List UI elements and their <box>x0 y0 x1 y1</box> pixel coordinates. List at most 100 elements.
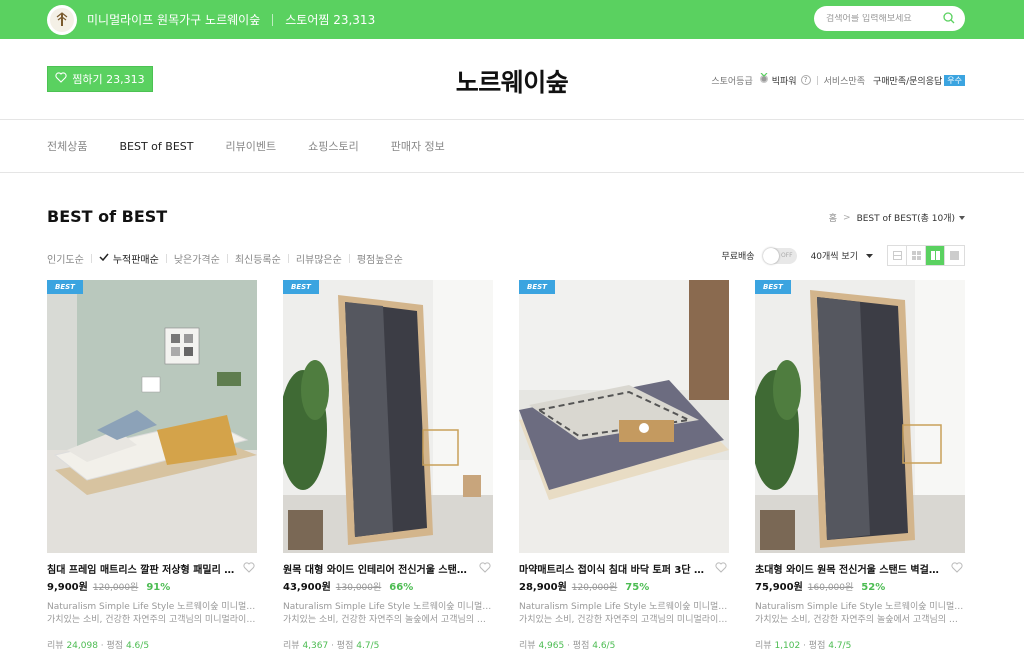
search-input[interactable] <box>826 13 936 24</box>
divider <box>287 254 289 263</box>
description-line: 가치있는 소비, 건강한 자연주의 놀숲에서 고객님의 라이프 <box>755 615 965 625</box>
sale-price: 43,900원 <box>283 582 331 593</box>
single-view-icon <box>950 251 959 260</box>
view-count-value: 40개씩 보기 <box>810 252 858 262</box>
sort-high-rating[interactable]: 평점높은순 <box>357 251 403 266</box>
review-label: 리뷰 <box>755 641 772 651</box>
rating-value: 4.6/5 <box>592 641 616 651</box>
view-count-select[interactable]: 40개씩 보기 <box>811 249 873 262</box>
review-count: 4,367 <box>302 641 329 651</box>
free-shipping-toggle[interactable]: OFF <box>762 247 797 264</box>
discount-rate: 75% <box>625 582 650 593</box>
single-view-button[interactable] <box>945 246 964 265</box>
best-badge: BEST <box>47 280 83 294</box>
nav-seller-info[interactable]: 판매자 정보 <box>391 138 445 154</box>
medal-icon <box>759 72 769 87</box>
list-view-icon <box>892 251 902 260</box>
product-description: Naturalism Simple Life Style 노르웨이숲 미니멀라이… <box>283 601 493 627</box>
heart-icon[interactable] <box>951 561 963 576</box>
product-image[interactable]: BEST <box>755 280 965 553</box>
best-badge: BEST <box>755 280 791 294</box>
top-store-name[interactable]: 미니멀라이프 원목가구 노르웨이숲 <box>87 11 260 28</box>
review-count: 4,965 <box>538 641 565 651</box>
product-card[interactable]: BEST 침대 프레임 매트리스 깔판 저상형 패밀리 받침대 슬라이드 9,9… <box>47 280 257 651</box>
product-meta: 리뷰 4,367 · 평점 4.7/5 <box>283 641 380 651</box>
product-card[interactable]: BEST 마약매트리스 접이식 침대 바닥 토퍼 3단 자취 원룸 매트 28,… <box>519 280 729 651</box>
sale-price: 9,900원 <box>47 582 88 593</box>
sort-low-price[interactable]: 낮은가격순 <box>174 251 220 266</box>
store-zzim-count: 스토어찜 23,313 <box>285 13 376 27</box>
product-image[interactable]: BEST <box>47 280 257 553</box>
description-line: Naturalism Simple Life Style 노르웨이숲 미니멀라이… <box>47 602 257 612</box>
price-row: 43,900원 130,000원 66% <box>283 578 493 593</box>
sort-most-reviews[interactable]: 리뷰많은순 <box>296 251 342 266</box>
description-line: Naturalism Simple Life Style 노르웨이숲 미니멀라이… <box>755 602 965 612</box>
nav-all-products[interactable]: 전체상품 <box>47 138 87 154</box>
check-icon <box>99 253 109 264</box>
review-label: 리뷰 <box>47 641 64 651</box>
toggle-knob <box>762 247 779 264</box>
sort-popular[interactable]: 인기도순 <box>47 251 84 266</box>
service-label: 서비스만족 <box>823 76 865 87</box>
store-nav: 전체상품 BEST of BEST 리뷰이벤트 쇼핑스토리 판매자 정보 <box>0 120 1024 173</box>
list-view-button[interactable] <box>888 246 907 265</box>
sale-price: 28,900원 <box>519 582 567 593</box>
product-description: Naturalism Simple Life Style 노르웨이숲 미니멀라이… <box>755 601 965 627</box>
store-logo[interactable] <box>47 4 77 35</box>
section-header: BEST of BEST 홈 > BEST of BEST(총 10개) <box>0 173 1024 226</box>
nav-review-event[interactable]: 리뷰이벤트 <box>225 138 276 154</box>
product-card[interactable]: BEST 원목 대형 와이드 인테리어 전신거울 스탠드 벽걸이 겸용 43,9… <box>283 280 493 651</box>
best-badge: BEST <box>283 280 319 294</box>
sort-newest[interactable]: 최신등록순 <box>235 251 281 266</box>
list-controls: 무료배송 OFF 40개씩 보기 <box>721 245 965 266</box>
service-value: 구매만족/문의응답 <box>872 76 943 87</box>
divider <box>165 254 167 263</box>
sort-options: 인기도순 누적판매순 낮은가격순 최신등록순 리뷰많은순 평점높은순 <box>47 251 403 266</box>
top-bar: 미니멀라이프 원목가구 노르웨이숲 스토어찜 23,313 <box>0 0 1024 39</box>
product-name[interactable]: 마약매트리스 접이식 침대 바닥 토퍼 3단 자취 원룸 매트 <box>519 561 709 576</box>
discount-rate: 52% <box>861 582 886 593</box>
divider <box>226 254 228 263</box>
caret-down-icon[interactable] <box>959 213 965 223</box>
service-badge: 우수 <box>944 74 965 86</box>
product-name[interactable]: 초대형 와이드 원목 전신거울 스탠드 벽걸이 1800 겸용 <box>755 561 945 576</box>
nav-best-of-best[interactable]: BEST of BEST <box>119 140 193 153</box>
review-label: 리뷰 <box>519 641 536 651</box>
sort-bar: 인기도순 누적판매순 낮은가격순 최신등록순 리뷰많은순 평점높은순 무료배송 … <box>0 223 1024 266</box>
nav-shopping-story[interactable]: 쇼핑스토리 <box>308 138 359 154</box>
product-image[interactable]: BEST <box>519 280 729 553</box>
description-line: 가치있는 소비, 건강한 자연주의 놀숲에서 고객님의 라이프 <box>283 615 493 625</box>
grade-label: 스토어등급 <box>711 76 753 87</box>
discount-rate: 91% <box>146 582 171 593</box>
product-description: Naturalism Simple Life Style 노르웨이숲 미니멀라이… <box>519 601 729 627</box>
product-name[interactable]: 침대 프레임 매트리스 깔판 저상형 패밀리 받침대 슬라이드 <box>47 561 237 576</box>
best-badge: BEST <box>519 280 555 294</box>
grid-columns-icon <box>930 251 940 260</box>
price-row: 9,900원 120,000원 91% <box>47 578 257 593</box>
grid-small-view-button[interactable] <box>907 246 926 265</box>
product-image[interactable]: BEST <box>283 280 493 553</box>
product-meta: 리뷰 1,102 · 평점 4.7/5 <box>755 641 852 651</box>
heart-icon[interactable] <box>243 561 255 576</box>
heart-icon[interactable] <box>715 561 727 576</box>
grid-small-icon <box>911 251 921 260</box>
product-description: Naturalism Simple Life Style 노르웨이숲 미니멀라이… <box>47 601 257 627</box>
rating-label: 평점 <box>106 641 124 651</box>
description-line: Naturalism Simple Life Style 노르웨이숲 미니멀라이… <box>283 602 493 612</box>
breadcrumb-separator: > <box>843 212 851 223</box>
divider <box>348 254 350 263</box>
divider <box>816 75 818 85</box>
product-name[interactable]: 원목 대형 와이드 인테리어 전신거울 스탠드 벽걸이 겸용 <box>283 561 473 576</box>
product-card[interactable]: BEST 초대형 와이드 원목 전신거울 스탠드 벽걸이 1800 겸용 75,… <box>755 280 965 651</box>
heart-icon[interactable] <box>479 561 491 576</box>
grade-value: 빅파워 <box>771 76 797 87</box>
free-shipping-label: 무료배송 <box>721 252 755 262</box>
divider <box>272 13 274 26</box>
sort-cumulative-sales[interactable]: 누적판매순 <box>99 251 159 266</box>
description-line: 가치있는 소비, 건강한 자연주의 고객님의 미니멀라이프를 <box>519 615 729 625</box>
grid-large-view-button[interactable] <box>926 246 945 265</box>
help-icon[interactable]: ? <box>800 75 811 85</box>
search-icon[interactable] <box>943 12 955 27</box>
original-price: 130,000원 <box>335 583 382 593</box>
store-header: 찜하기 23,313 노르웨이숲 스토어등급 빅파워 ? 서비스만족 구매만족/… <box>0 39 1024 120</box>
